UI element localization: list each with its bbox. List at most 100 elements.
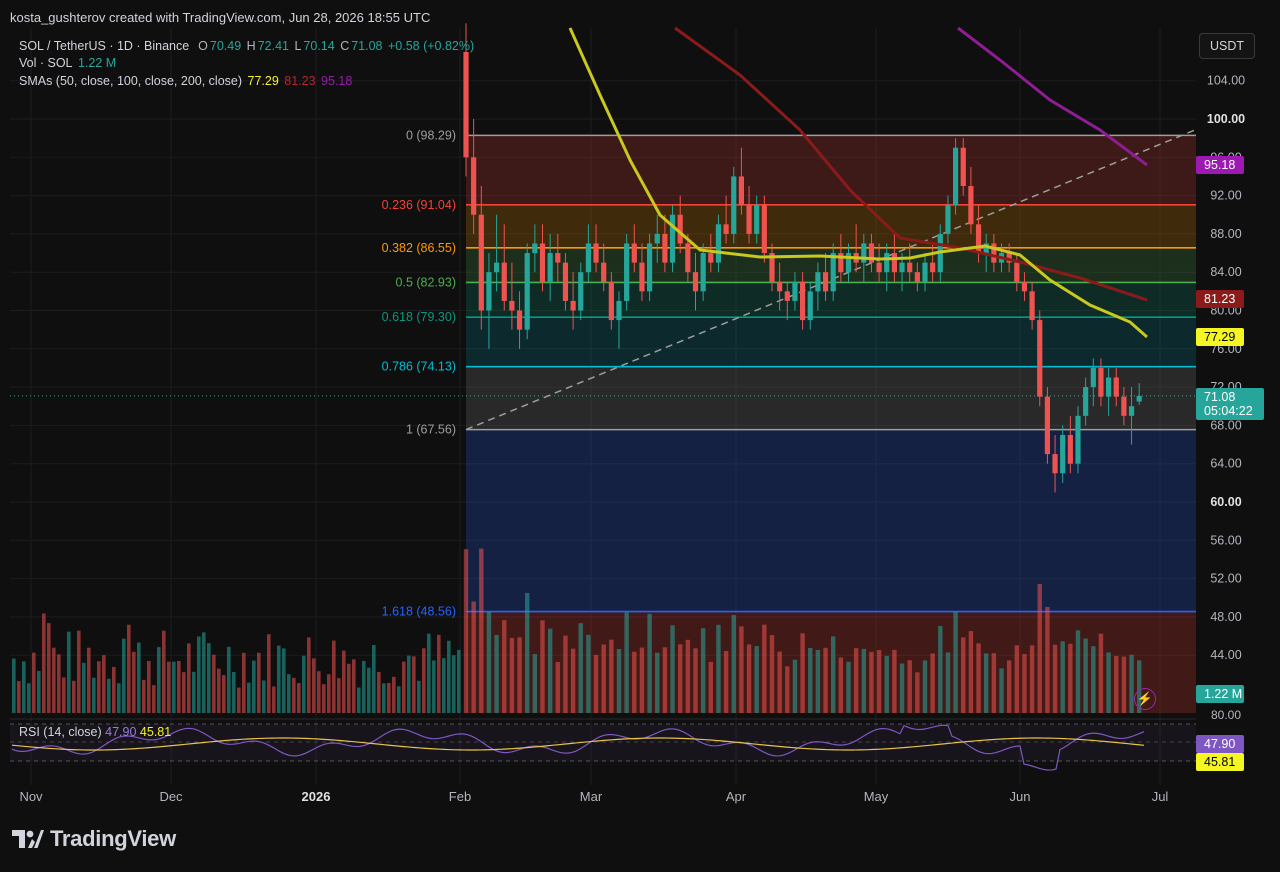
- volume-bar: [442, 658, 446, 713]
- candle-body: [692, 272, 699, 292]
- sma-label: SMAs (50, close, 100, close, 200, close): [19, 74, 243, 88]
- candle-body: [478, 214, 484, 311]
- volume-bar: [122, 638, 126, 713]
- volume-bar: [342, 650, 346, 713]
- volume-bar: [976, 643, 981, 713]
- rsi-ma-badge: 45.81: [1204, 755, 1235, 769]
- volume-bar: [47, 623, 51, 713]
- price-axis-label: 84.00: [1210, 265, 1241, 279]
- volume-bar: [152, 685, 156, 713]
- price-axis-label: 56.00: [1210, 533, 1241, 547]
- fib-zone: [466, 429, 1196, 612]
- volume-bar: [377, 671, 381, 713]
- low-label: L: [294, 39, 302, 53]
- tradingview-logo-icon: [12, 830, 44, 848]
- volume-bar: [167, 661, 171, 713]
- volume-bar: [207, 643, 211, 713]
- candle-body: [601, 262, 607, 282]
- volume-bar: [187, 643, 191, 713]
- volume-bar: [22, 661, 26, 713]
- open-label: O: [198, 39, 208, 53]
- volume-bar: [800, 633, 805, 713]
- price-axis-label: 104.00: [1207, 74, 1245, 88]
- volume-bar: [1022, 654, 1027, 713]
- candle-body: [624, 243, 630, 301]
- candle-body: [1090, 367, 1096, 388]
- price-axis-label: 100.00: [1207, 112, 1245, 126]
- sma100-badge: 81.23: [1204, 292, 1235, 306]
- candle-body: [509, 300, 515, 311]
- volume-bar: [217, 668, 221, 713]
- price-axis-label: 44.00: [1210, 648, 1241, 662]
- volume-bar: [262, 680, 266, 713]
- volume-bar: [769, 635, 775, 713]
- volume-legend[interactable]: Vol · SOL 1.22 M: [19, 56, 118, 70]
- volume-bar: [337, 678, 341, 713]
- volume-bar: [397, 686, 401, 713]
- candle-body: [746, 205, 752, 234]
- candle-body: [1014, 262, 1020, 282]
- rsi-badge: 47.90: [1204, 737, 1235, 751]
- volume-bar: [746, 644, 752, 713]
- volume-bar: [938, 625, 943, 713]
- fib-level-label: 0.5 (82.93): [396, 275, 456, 289]
- volume-bar: [846, 661, 851, 713]
- volume-bar: [1121, 656, 1127, 713]
- tradingview-logo[interactable]: TradingView: [12, 826, 176, 852]
- volume-bar: [678, 644, 683, 713]
- candle-body: [968, 186, 974, 225]
- rsi-legend[interactable]: RSI (14, close) 47.90 45.81: [19, 725, 171, 739]
- volume-bar: [922, 660, 928, 713]
- volume-bar: [307, 637, 311, 713]
- candle-body: [669, 214, 676, 263]
- volume-bar: [287, 674, 291, 713]
- candle-body: [960, 147, 966, 187]
- volume-bar: [127, 624, 131, 713]
- candle-body: [800, 281, 806, 321]
- sma-legend[interactable]: SMAs (50, close, 100, close, 200, close)…: [19, 74, 354, 88]
- candle-body: [807, 291, 813, 321]
- candle-body: [907, 262, 913, 273]
- candle-body: [1029, 291, 1035, 321]
- candle-body: [731, 176, 737, 234]
- currency-selector[interactable]: USDT: [1199, 33, 1255, 59]
- symbol-title: SOL / TetherUS · 1D · Binance: [19, 39, 190, 53]
- volume-bar: [107, 678, 111, 713]
- price-chart[interactable]: 0 (98.29) 0.236 (91.04) 0.382 (86.55) 0.5 (…: [0, 0, 1280, 872]
- candle-body: [532, 243, 538, 254]
- volume-bar: [277, 645, 281, 713]
- candle-body: [723, 224, 729, 234]
- candle-body: [547, 253, 553, 282]
- candle-body: [471, 157, 477, 215]
- rsi-ma-value: 45.81: [139, 725, 172, 739]
- candle-body: [524, 253, 530, 330]
- candle-body: [1037, 320, 1043, 397]
- volume-bar: [137, 642, 141, 713]
- volume-bar: [532, 654, 538, 713]
- volume-bar: [297, 683, 301, 713]
- volume-bar: [192, 671, 196, 713]
- lightning-icon[interactable]: ⚡: [1134, 688, 1156, 710]
- symbol-legend[interactable]: SOL / TetherUS · 1D · Binance O 70.49 H 72…: [19, 39, 476, 53]
- volume-bar: [177, 660, 181, 713]
- candle-body: [1067, 434, 1073, 464]
- candle-body: [1098, 367, 1104, 397]
- volume-bar: [984, 653, 989, 713]
- volume-bar: [92, 677, 96, 713]
- volume-bar: [708, 661, 713, 713]
- candle-body: [516, 310, 523, 330]
- candle-body: [486, 272, 492, 311]
- candle-body: [593, 243, 599, 263]
- volume-bar: [639, 647, 645, 713]
- volume-bar: [372, 644, 376, 713]
- volume-bar: [117, 683, 121, 713]
- candle-body: [891, 253, 897, 273]
- volume-bar: [540, 620, 545, 713]
- volume-bar: [17, 681, 21, 713]
- candle-body: [914, 272, 920, 282]
- price-axis-label: 52.00: [1210, 572, 1241, 586]
- volume-bar: [52, 647, 56, 713]
- time-axis-label: Nov: [19, 789, 43, 804]
- fib-level-label: 0 (98.29): [406, 128, 456, 142]
- fib-zone: [466, 135, 1196, 205]
